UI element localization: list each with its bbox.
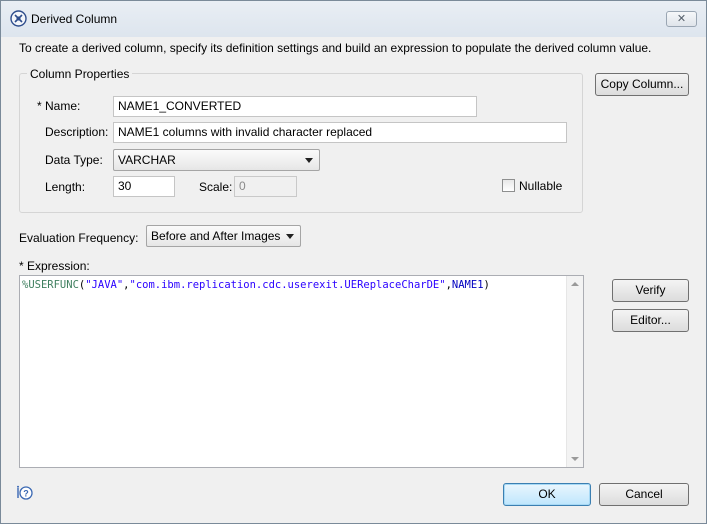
close-icon: ✕ <box>676 13 687 25</box>
description-field[interactable]: NAME1 columns with invalid character rep… <box>113 122 567 143</box>
derived-column-icon <box>10 10 27 27</box>
scroll-up-icon[interactable] <box>571 282 579 286</box>
column-properties-title: Column Properties <box>27 67 133 81</box>
scale-field: 0 <box>234 176 297 197</box>
verify-button[interactable]: Verify <box>612 279 689 302</box>
name-label: * Name: <box>37 99 81 113</box>
expression-scrollbar[interactable] <box>566 276 583 467</box>
expression-arg-column: NAME1 <box>451 279 484 291</box>
name-field[interactable]: NAME1_CONVERTED <box>113 96 477 117</box>
nullable-label: Nullable <box>519 179 563 193</box>
cancel-button[interactable]: Cancel <box>599 483 689 506</box>
chevron-down-icon <box>286 234 294 239</box>
expression-arg-language: "JAVA" <box>85 279 124 291</box>
evaluation-frequency-label: Evaluation Frequency: <box>19 231 139 245</box>
length-field[interactable]: 30 <box>113 176 175 197</box>
expression-arg-class: "com.ibm.replication.cdc.userexit.UERepl… <box>129 279 446 291</box>
evaluation-frequency-value: Before and After Images <box>151 229 281 243</box>
data-type-select[interactable]: VARCHAR <box>113 149 320 171</box>
dialog-title: Derived Column <box>31 12 118 26</box>
editor-button[interactable]: Editor... <box>612 309 689 332</box>
data-type-value: VARCHAR <box>118 153 176 167</box>
nullable-checkbox[interactable] <box>502 179 515 192</box>
chevron-down-icon <box>305 158 313 163</box>
help-icon[interactable]: ? <box>16 485 34 501</box>
ok-button[interactable]: OK <box>503 483 591 506</box>
expression-paren-close: ) <box>483 279 490 291</box>
expression-function: %USERFUNC <box>22 279 79 291</box>
scroll-down-icon[interactable] <box>571 457 579 461</box>
expression-editor[interactable]: %USERFUNC("JAVA","com.ibm.replication.cd… <box>19 275 584 468</box>
copy-column-button[interactable]: Copy Column... <box>595 73 689 96</box>
description-label: Description: <box>45 125 109 139</box>
scale-label: Scale: <box>199 180 233 194</box>
column-properties-group <box>19 73 583 213</box>
dialog-body: To create a derived column, specify its … <box>9 37 698 515</box>
svg-text:?: ? <box>23 489 29 499</box>
intro-text: To create a derived column, specify its … <box>19 41 652 55</box>
title-bar: Derived Column ✕ <box>1 1 706 37</box>
evaluation-frequency-select[interactable]: Before and After Images <box>146 225 301 247</box>
derived-column-dialog: Derived Column ✕ To create a derived col… <box>0 0 707 524</box>
close-button[interactable]: ✕ <box>666 11 697 27</box>
expression-text: %USERFUNC("JAVA","com.ibm.replication.cd… <box>22 279 490 291</box>
length-label: Length: <box>45 180 86 194</box>
data-type-label: Data Type: <box>45 153 103 167</box>
expression-label: * Expression: <box>19 259 90 273</box>
